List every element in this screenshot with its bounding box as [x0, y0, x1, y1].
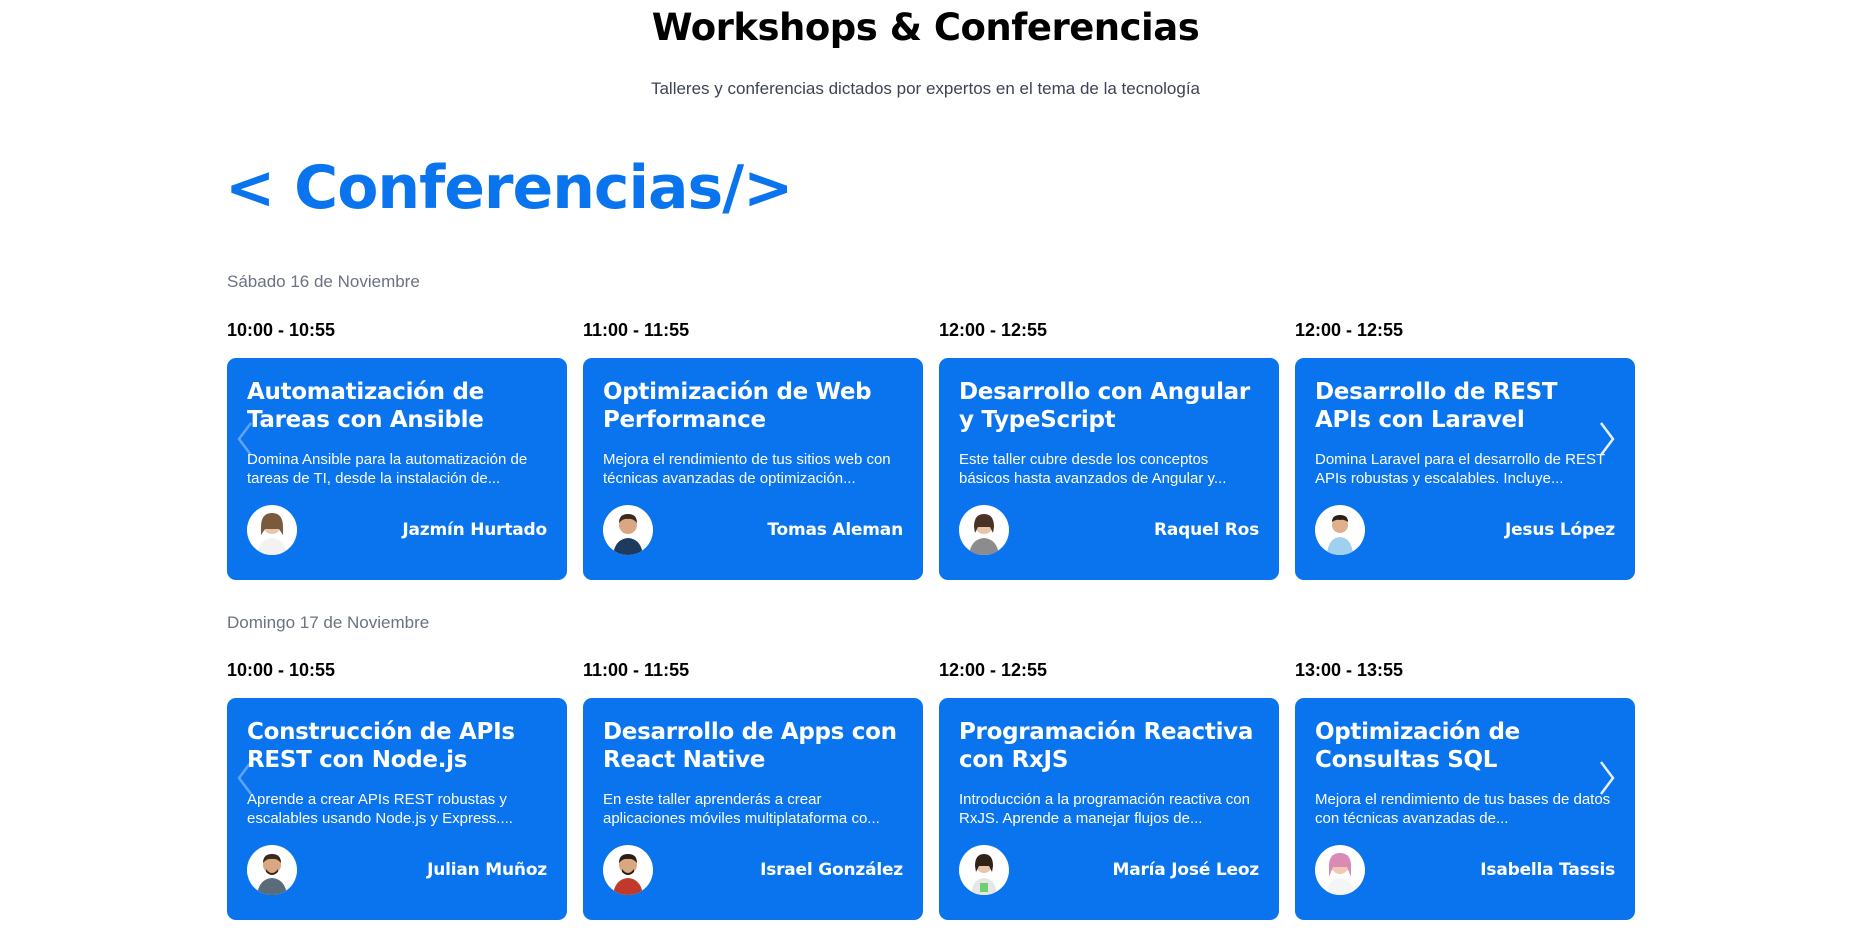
session-description: Aprende a crear APIs REST robustas y esc… [247, 791, 513, 827]
session-description: Domina Ansible para la automatización de… [247, 451, 528, 487]
chevron-right-icon [1600, 422, 1615, 456]
session-title: Automatización de Tareas con Ansible [247, 379, 484, 433]
session-title: Optimización de Consultas SQL [1315, 719, 1520, 773]
male-avatar-icon [603, 505, 653, 555]
session-time: 12:00 - 12:55 [939, 320, 1048, 340]
speaker-name: Tomas Aleman [767, 520, 903, 540]
session-description: Mejora el rendimiento de tus bases de da… [1315, 791, 1611, 827]
session-time: 10:00 - 10:55 [227, 320, 336, 340]
session-slot: 12:00 - 12:55 Desarrollo con Angular y T… [939, 318, 1279, 580]
session-time: 10:00 - 10:55 [227, 660, 336, 680]
session-title: Desarrollo con Angular y TypeScript [959, 379, 1250, 433]
session-slot: 10:00 - 10:55 Automatización de Tareas c… [227, 318, 567, 580]
carousel-prev-button[interactable] [230, 753, 260, 803]
carousel-prev-button[interactable] [230, 414, 260, 464]
session-card[interactable]: Construcción de APIs REST con Node.js Ap… [227, 698, 567, 920]
chevron-left-icon [237, 422, 252, 456]
session-footer: Isabella Tassis [1315, 844, 1615, 896]
session-time: 12:00 - 12:55 [1295, 320, 1404, 340]
session-slot: 11:00 - 11:55 Desarrollo de Apps con Rea… [583, 658, 923, 920]
female-avatar-icon [247, 505, 297, 555]
page-title: Workshops & Conferencias [651, 6, 1200, 49]
session-time: 11:00 - 11:55 [583, 660, 690, 680]
male-avatar-icon [603, 845, 653, 895]
session-card[interactable]: Desarrollo de Apps con React Native En e… [583, 698, 923, 920]
speaker-name: Isabella Tassis [1480, 860, 1615, 880]
chevron-right-icon [1600, 761, 1615, 795]
chevron-left-icon [237, 761, 252, 795]
session-title: Desarrollo de REST APIs con Laravel [1315, 379, 1558, 433]
session-footer: María José Leoz [959, 844, 1259, 896]
session-carousel: 10:00 - 10:55 Automatización de Tareas c… [227, 318, 1637, 580]
male-avatar-icon [247, 845, 297, 895]
session-title: Programación Reactiva con RxJS [959, 719, 1254, 773]
session-footer: Israel González [603, 844, 903, 896]
session-description: Introducción a la programación reactiva … [959, 791, 1250, 827]
session-footer: Tomas Aleman [603, 504, 903, 556]
session-description: Mejora el rendimiento de tus sitios web … [603, 451, 891, 487]
session-card[interactable]: Programación Reactiva con RxJS Introducc… [939, 698, 1279, 920]
session-title: Optimización de Web Performance [603, 379, 872, 433]
carousel-next-button[interactable] [1592, 753, 1622, 803]
session-card[interactable]: Desarrollo con Angular y TypeScript Este… [939, 358, 1279, 580]
female-avatar-icon [1315, 845, 1365, 895]
session-title: Desarrollo de Apps con React Native [603, 719, 897, 773]
speaker-name: Raquel Ros [1154, 520, 1259, 540]
session-slot: 13:00 - 13:55 Optimización de Consultas … [1295, 658, 1635, 920]
page-subtitle: Talleres y conferencias dictados por exp… [650, 79, 1201, 98]
session-description: Este taller cubre desde los conceptos bá… [959, 451, 1227, 487]
day-label: Domingo 17 de Noviembre [227, 613, 430, 632]
session-slot: 11:00 - 11:55 Optimización de Web Perfor… [583, 318, 923, 580]
session-time: 12:00 - 12:55 [939, 660, 1048, 680]
session-title: Construcción de APIs REST con Node.js [247, 719, 515, 773]
speaker-name: María José Leoz [1112, 860, 1260, 880]
female-avatar-icon [959, 845, 1009, 895]
speaker-name: Jesus López [1504, 520, 1615, 540]
session-footer: Jazmín Hurtado [247, 504, 547, 556]
session-carousel: 10:00 - 10:55 Construcción de APIs REST … [227, 658, 1637, 920]
session-card[interactable]: Optimización de Consultas SQL Mejora el … [1295, 698, 1635, 920]
session-slot: 12:00 - 12:55 Desarrollo de REST APIs co… [1295, 318, 1635, 580]
session-card[interactable]: Automatización de Tareas con Ansible Dom… [227, 358, 567, 580]
female-avatar-icon [959, 505, 1009, 555]
section-heading: < Conferencias/> [225, 153, 793, 223]
male-avatar-icon [1315, 505, 1365, 555]
session-time: 11:00 - 11:55 [583, 320, 690, 340]
session-card[interactable]: Desarrollo de REST APIs con Laravel Domi… [1295, 358, 1635, 580]
session-time: 13:00 - 13:55 [1295, 660, 1404, 680]
session-footer: Jesus López [1315, 504, 1615, 556]
speaker-name: Israel González [760, 860, 903, 880]
day-label: Sábado 16 de Noviembre [227, 272, 420, 291]
speaker-name: Julian Muñoz [427, 860, 547, 880]
session-slot: 10:00 - 10:55 Construcción de APIs REST … [227, 658, 567, 920]
session-card[interactable]: Optimización de Web Performance Mejora e… [583, 358, 923, 580]
session-footer: Raquel Ros [959, 504, 1259, 556]
page: Workshops & Conferencias Talleres y conf… [0, 0, 1851, 939]
carousel-next-button[interactable] [1592, 414, 1622, 464]
session-description: Domina Laravel para el desarrollo de RES… [1315, 451, 1605, 487]
session-description: En este taller aprenderás a crear aplica… [603, 791, 880, 827]
session-footer: Julian Muñoz [247, 844, 547, 896]
speaker-name: Jazmín Hurtado [402, 520, 547, 540]
session-slot: 12:00 - 12:55 Programación Reactiva con … [939, 658, 1279, 920]
